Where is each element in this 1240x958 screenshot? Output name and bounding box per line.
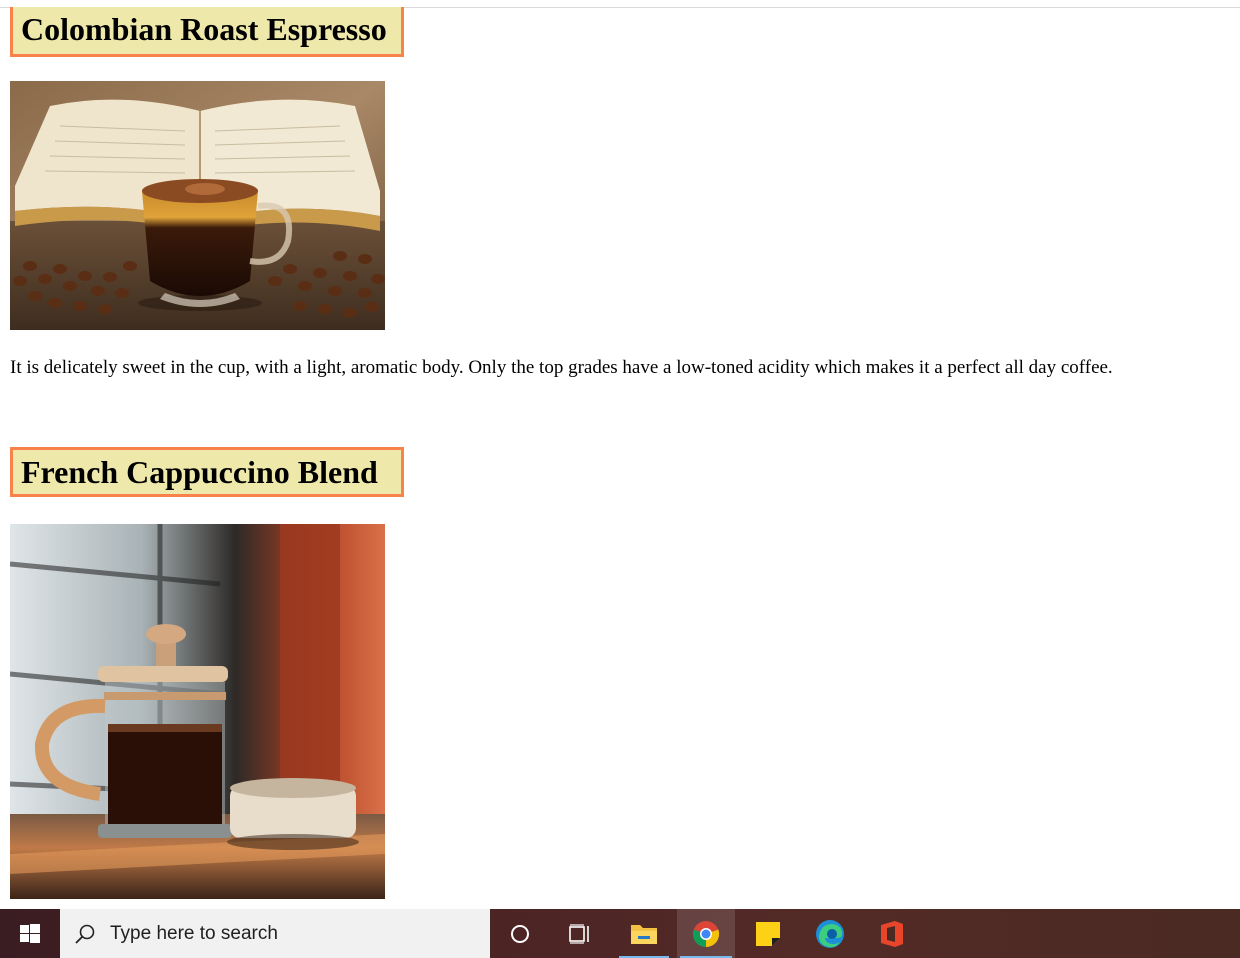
windows-start-icon <box>20 923 40 943</box>
sticky-notes-icon <box>756 921 780 946</box>
product-title-colombian: Colombian Roast Espresso <box>10 7 404 57</box>
cortana-button[interactable] <box>492 909 548 958</box>
search-placeholder: Type here to search <box>110 922 278 944</box>
web-page: Colombian Roast Espresso It is delicatel… <box>0 0 1240 909</box>
espresso-photo <box>10 81 385 330</box>
edge-button[interactable] <box>802 909 858 958</box>
file-explorer-button[interactable] <box>616 909 672 958</box>
task-view-button[interactable] <box>552 909 608 958</box>
chrome-button[interactable] <box>677 909 735 958</box>
chrome-icon <box>692 920 720 947</box>
product-description-colombian: It is delicately sweet in the cup, with … <box>10 357 1113 378</box>
product-title-french: French Cappuccino Blend <box>10 447 404 497</box>
windows-start-button[interactable] <box>0 909 60 958</box>
search-icon <box>60 923 110 945</box>
office-icon <box>881 920 903 947</box>
office-button[interactable] <box>864 909 920 958</box>
task-view-icon <box>569 923 589 944</box>
taskbar-search-box[interactable]: Type here to search <box>60 909 490 958</box>
sticky-notes-button[interactable] <box>740 909 796 958</box>
french-press-photo <box>10 524 385 899</box>
edge-icon <box>816 919 844 948</box>
windows-taskbar: Type here to search <box>0 909 1240 958</box>
cortana-icon <box>511 924 529 943</box>
file-explorer-icon <box>631 924 657 944</box>
